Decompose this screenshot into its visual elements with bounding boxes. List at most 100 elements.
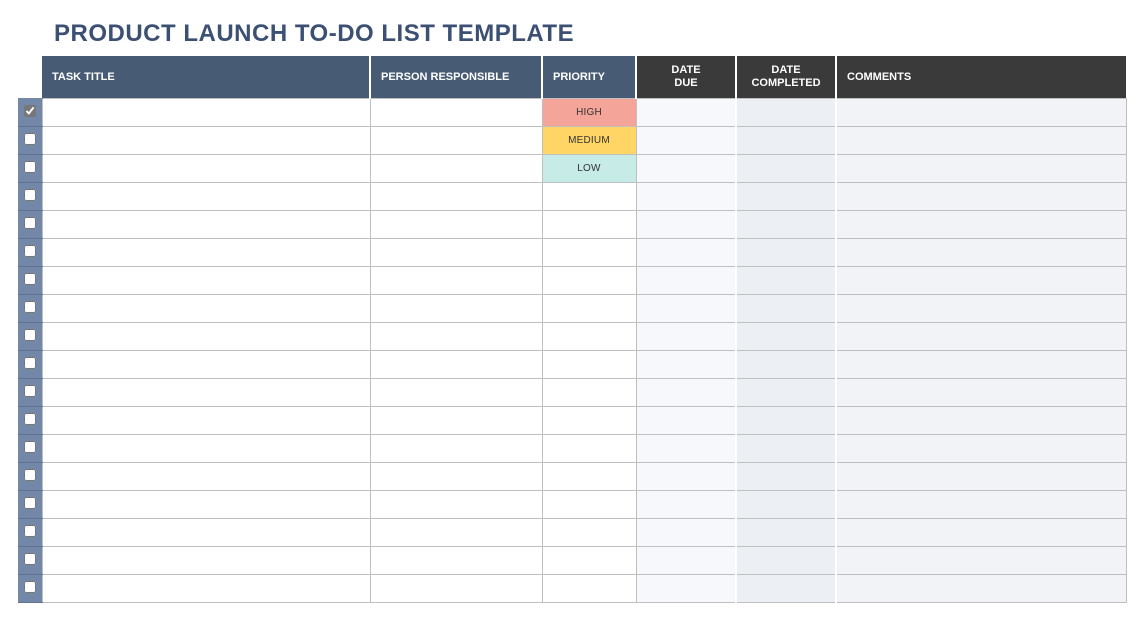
date-due-cell[interactable] [636, 491, 736, 519]
done-checkbox[interactable] [24, 413, 36, 425]
date-completed-cell[interactable] [736, 435, 836, 463]
date-due-cell[interactable] [636, 99, 736, 127]
task-cell[interactable] [42, 463, 370, 491]
date-completed-cell[interactable] [736, 407, 836, 435]
date-due-cell[interactable] [636, 211, 736, 239]
person-cell[interactable] [370, 155, 542, 183]
date-due-cell[interactable] [636, 435, 736, 463]
done-checkbox[interactable] [24, 329, 36, 341]
person-cell[interactable] [370, 379, 542, 407]
comments-cell[interactable] [836, 463, 1126, 491]
done-checkbox[interactable] [24, 525, 36, 537]
done-checkbox[interactable] [24, 217, 36, 229]
comments-cell[interactable] [836, 547, 1126, 575]
task-cell[interactable] [42, 155, 370, 183]
done-checkbox[interactable] [24, 273, 36, 285]
date-due-cell[interactable] [636, 407, 736, 435]
date-due-cell[interactable] [636, 323, 736, 351]
comments-cell[interactable] [836, 183, 1126, 211]
person-cell[interactable] [370, 519, 542, 547]
person-cell[interactable] [370, 295, 542, 323]
date-due-cell[interactable] [636, 239, 736, 267]
date-completed-cell[interactable] [736, 211, 836, 239]
comments-cell[interactable] [836, 295, 1126, 323]
task-cell[interactable] [42, 267, 370, 295]
task-cell[interactable] [42, 407, 370, 435]
person-cell[interactable] [370, 183, 542, 211]
date-completed-cell[interactable] [736, 99, 836, 127]
done-checkbox[interactable] [24, 133, 36, 145]
comments-cell[interactable] [836, 407, 1126, 435]
task-cell[interactable] [42, 519, 370, 547]
priority-cell[interactable] [542, 211, 636, 239]
comments-cell[interactable] [836, 267, 1126, 295]
priority-cell[interactable] [542, 435, 636, 463]
person-cell[interactable] [370, 491, 542, 519]
priority-cell[interactable]: HIGH [542, 99, 636, 127]
date-completed-cell[interactable] [736, 351, 836, 379]
person-cell[interactable] [370, 351, 542, 379]
task-cell[interactable] [42, 547, 370, 575]
date-due-cell[interactable] [636, 295, 736, 323]
person-cell[interactable] [370, 407, 542, 435]
date-completed-cell[interactable] [736, 519, 836, 547]
task-cell[interactable] [42, 379, 370, 407]
done-checkbox[interactable] [24, 245, 36, 257]
person-cell[interactable] [370, 435, 542, 463]
date-due-cell[interactable] [636, 379, 736, 407]
priority-cell[interactable] [542, 267, 636, 295]
date-completed-cell[interactable] [736, 575, 836, 603]
priority-cell[interactable] [542, 519, 636, 547]
comments-cell[interactable] [836, 435, 1126, 463]
person-cell[interactable] [370, 239, 542, 267]
comments-cell[interactable] [836, 575, 1126, 603]
date-due-cell[interactable] [636, 351, 736, 379]
date-completed-cell[interactable] [736, 379, 836, 407]
done-checkbox[interactable] [24, 385, 36, 397]
date-due-cell[interactable] [636, 183, 736, 211]
priority-cell[interactable] [542, 491, 636, 519]
date-completed-cell[interactable] [736, 463, 836, 491]
done-checkbox[interactable] [24, 441, 36, 453]
date-completed-cell[interactable] [736, 547, 836, 575]
priority-cell[interactable] [542, 379, 636, 407]
comments-cell[interactable] [836, 211, 1126, 239]
date-completed-cell[interactable] [736, 155, 836, 183]
comments-cell[interactable] [836, 323, 1126, 351]
date-due-cell[interactable] [636, 463, 736, 491]
comments-cell[interactable] [836, 99, 1126, 127]
comments-cell[interactable] [836, 351, 1126, 379]
priority-cell[interactable] [542, 323, 636, 351]
person-cell[interactable] [370, 99, 542, 127]
task-cell[interactable] [42, 99, 370, 127]
priority-cell[interactable]: LOW [542, 155, 636, 183]
date-due-cell[interactable] [636, 127, 736, 155]
person-cell[interactable] [370, 127, 542, 155]
date-completed-cell[interactable] [736, 127, 836, 155]
done-checkbox[interactable] [24, 105, 36, 117]
comments-cell[interactable] [836, 239, 1126, 267]
person-cell[interactable] [370, 323, 542, 351]
priority-cell[interactable] [542, 575, 636, 603]
date-completed-cell[interactable] [736, 323, 836, 351]
date-due-cell[interactable] [636, 519, 736, 547]
priority-cell[interactable] [542, 407, 636, 435]
task-cell[interactable] [42, 575, 370, 603]
task-cell[interactable] [42, 351, 370, 379]
priority-cell[interactable] [542, 295, 636, 323]
task-cell[interactable] [42, 211, 370, 239]
task-cell[interactable] [42, 435, 370, 463]
comments-cell[interactable] [836, 519, 1126, 547]
date-completed-cell[interactable] [736, 295, 836, 323]
date-completed-cell[interactable] [736, 491, 836, 519]
comments-cell[interactable] [836, 491, 1126, 519]
task-cell[interactable] [42, 239, 370, 267]
person-cell[interactable] [370, 575, 542, 603]
done-checkbox[interactable] [24, 497, 36, 509]
person-cell[interactable] [370, 267, 542, 295]
comments-cell[interactable] [836, 127, 1126, 155]
date-completed-cell[interactable] [736, 183, 836, 211]
priority-cell[interactable]: MEDIUM [542, 127, 636, 155]
task-cell[interactable] [42, 323, 370, 351]
person-cell[interactable] [370, 463, 542, 491]
